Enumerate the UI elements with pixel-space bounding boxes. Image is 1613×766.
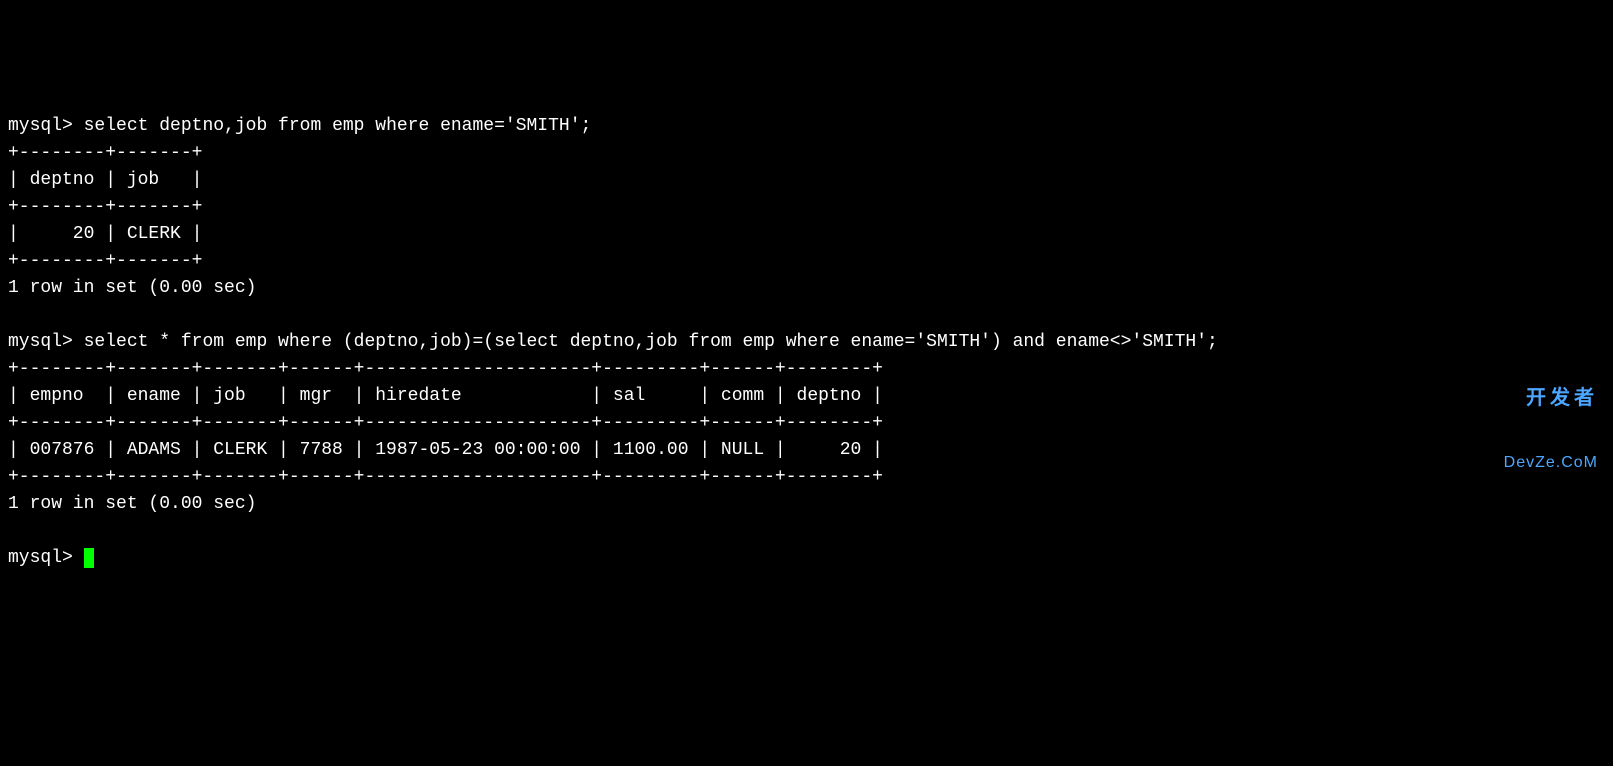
table2-row: | 007876 | ADAMS | CLERK | 7788 | 1987-0… [8, 440, 883, 460]
table1-header: | deptno | job | [8, 170, 202, 190]
table2-header: | empno | ename | job | mgr | hiredate |… [8, 386, 883, 406]
watermark-text-cn: 开发者 [1504, 386, 1598, 410]
result1-status: 1 row in set (0.00 sec) [8, 278, 256, 298]
table2-border-top: +--------+-------+-------+------+-------… [8, 359, 883, 379]
table2-border-mid: +--------+-------+-------+------+-------… [8, 413, 883, 433]
sql-query-2: select * from emp where (deptno,job)=(se… [84, 332, 1218, 352]
table1-row: | 20 | CLERK | [8, 224, 202, 244]
result2-status: 1 row in set (0.00 sec) [8, 494, 256, 514]
sql-query-1: select deptno,job from emp where ename='… [84, 116, 592, 136]
table1-border-bottom: +--------+-------+ [8, 251, 202, 271]
watermark-text-en: DevZe.CoM [1504, 453, 1598, 472]
terminal-output: mysql> select deptno,job from emp where … [0, 108, 1613, 577]
mysql-prompt: mysql> [8, 332, 84, 352]
watermark: 开发者 DevZe.CoM [1504, 343, 1598, 494]
terminal-cursor[interactable] [84, 548, 94, 568]
table2-border-bottom: +--------+-------+-------+------+-------… [8, 467, 883, 487]
table1-border-mid: +--------+-------+ [8, 197, 202, 217]
table1-border-top: +--------+-------+ [8, 143, 202, 163]
mysql-prompt: mysql> [8, 116, 84, 136]
mysql-prompt: mysql> [8, 548, 84, 568]
